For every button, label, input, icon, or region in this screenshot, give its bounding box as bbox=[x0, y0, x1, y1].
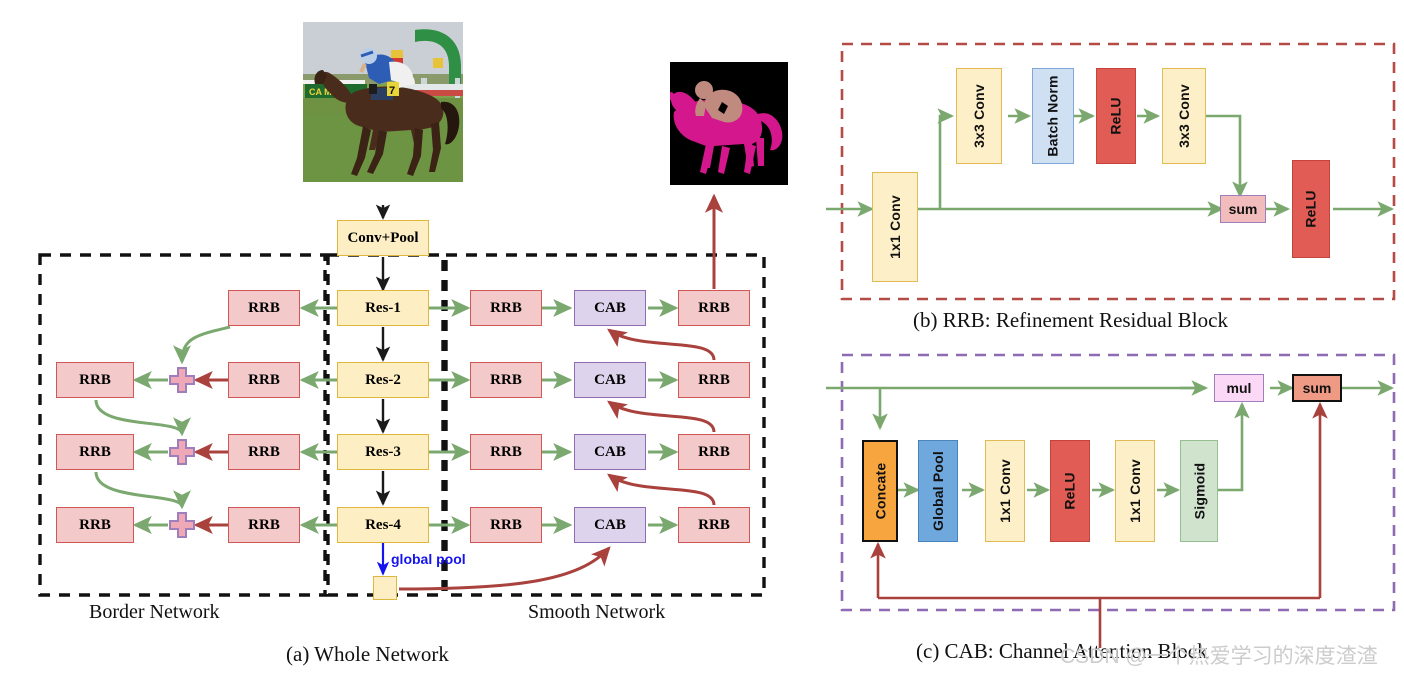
plus-icon bbox=[169, 367, 195, 393]
svg-text:7: 7 bbox=[389, 85, 395, 97]
block-smooth-right-rrb-3[interactable]: RRB bbox=[678, 434, 750, 470]
curve-smooth-out3-to-cab2 bbox=[607, 400, 716, 433]
block-res-2[interactable]: Res-2 bbox=[337, 362, 429, 398]
curve-smooth-out4-to-cab3 bbox=[607, 473, 716, 506]
global-pool-label: global pool bbox=[391, 551, 466, 567]
block-c-relu-label: ReLU bbox=[1061, 472, 1078, 510]
block-smooth-right-rrb-4[interactable]: RRB bbox=[678, 507, 750, 543]
arrow-b-split-to-conv3x3 bbox=[937, 108, 955, 209]
block-b-conv-1x1[interactable]: 1x1 Conv bbox=[872, 172, 918, 282]
sum-junction-3 bbox=[168, 511, 196, 539]
figure-root: CA MA 7 Conv+Pool Res-1 Res-2 Res-3 Res-… bbox=[0, 0, 1404, 673]
output-segmentation-mask bbox=[670, 62, 788, 185]
block-c-global-pool-label: Global Pool bbox=[930, 451, 947, 531]
block-b-conv-1x1-label: 1x1 Conv bbox=[887, 195, 904, 259]
output-mask-svg bbox=[670, 62, 788, 185]
label-border-network: Border Network bbox=[89, 601, 220, 623]
block-border-outer-rrb-2[interactable]: RRB bbox=[56, 434, 134, 470]
block-smooth-left-rrb-4[interactable]: RRB bbox=[470, 507, 542, 543]
input-photo: CA MA 7 bbox=[303, 22, 463, 182]
label-smooth-network: Smooth Network bbox=[528, 601, 666, 623]
curve-border-rrb1-to-plus1 bbox=[173, 325, 231, 365]
caption-panel-a: (a) Whole Network bbox=[286, 642, 449, 666]
block-smooth-left-rrb-2[interactable]: RRB bbox=[470, 362, 542, 398]
block-res-3[interactable]: Res-3 bbox=[337, 434, 429, 470]
block-border-outer-rrb-3[interactable]: RRB bbox=[56, 507, 134, 543]
block-b-conv-3x3-b[interactable]: 3x3 Conv bbox=[1162, 68, 1206, 164]
curve-border-out2-to-plus3 bbox=[94, 471, 191, 510]
block-c-conv-1x1-a-label: 1x1 Conv bbox=[997, 459, 1014, 523]
block-cab-3[interactable]: CAB bbox=[574, 434, 646, 470]
block-border-inner-rrb-1[interactable]: RRB bbox=[228, 290, 300, 326]
plus-icon bbox=[169, 512, 195, 538]
block-global-pool-node[interactable] bbox=[373, 576, 397, 600]
block-conv-pool[interactable]: Conv+Pool bbox=[337, 220, 429, 256]
caption-panel-b: (b) RRB: Refinement Residual Block bbox=[913, 308, 1228, 332]
block-b-batch-norm[interactable]: Batch Norm bbox=[1032, 68, 1074, 164]
block-c-sum[interactable]: sum bbox=[1292, 374, 1342, 402]
curve-border-out1-to-plus2 bbox=[94, 399, 191, 437]
block-c-conv-1x1-b-label: 1x1 Conv bbox=[1127, 459, 1144, 523]
block-c-conv-1x1-a[interactable]: 1x1 Conv bbox=[985, 440, 1025, 542]
block-border-inner-rrb-2[interactable]: RRB bbox=[228, 362, 300, 398]
block-c-sigmoid-label: Sigmoid bbox=[1191, 462, 1207, 520]
block-b-relu-2[interactable]: ReLU bbox=[1292, 160, 1330, 258]
input-photo-svg: CA MA 7 bbox=[303, 22, 463, 182]
block-c-mul[interactable]: mul bbox=[1214, 374, 1264, 402]
block-res-1[interactable]: Res-1 bbox=[337, 290, 429, 326]
block-border-inner-rrb-4[interactable]: RRB bbox=[228, 507, 300, 543]
block-c-concate-label: Concate bbox=[872, 462, 889, 520]
block-c-concate[interactable]: Concate bbox=[862, 440, 898, 542]
block-b-conv-3x3-a[interactable]: 3x3 Conv bbox=[956, 68, 1002, 164]
block-b-relu-1-label: ReLU bbox=[1107, 97, 1124, 135]
arrow-b-conv3x3b-to-sum bbox=[1206, 114, 1248, 199]
sum-junction-2 bbox=[168, 438, 196, 466]
block-smooth-right-rrb-2[interactable]: RRB bbox=[678, 362, 750, 398]
block-b-conv-3x3-a-label: 3x3 Conv bbox=[971, 84, 988, 148]
watermark-text: CSDN @一个热爱学习的深度渣渣 bbox=[1060, 645, 1378, 668]
block-b-sum[interactable]: sum bbox=[1220, 195, 1266, 223]
sum-junction-1 bbox=[168, 366, 196, 394]
block-smooth-left-rrb-3[interactable]: RRB bbox=[470, 434, 542, 470]
block-c-global-pool[interactable]: Global Pool bbox=[918, 440, 958, 542]
block-res-4[interactable]: Res-4 bbox=[337, 507, 429, 543]
block-b-relu-2-label: ReLU bbox=[1303, 190, 1320, 228]
block-b-conv-3x3-b-label: 3x3 Conv bbox=[1176, 84, 1193, 148]
block-cab-4[interactable]: CAB bbox=[574, 507, 646, 543]
block-border-outer-rrb-1[interactable]: RRB bbox=[56, 362, 134, 398]
block-c-relu[interactable]: ReLU bbox=[1050, 440, 1090, 542]
block-smooth-right-rrb-1[interactable]: RRB bbox=[678, 290, 750, 326]
plus-icon bbox=[169, 439, 195, 465]
block-c-sigmoid[interactable]: Sigmoid bbox=[1180, 440, 1218, 542]
block-cab-2[interactable]: CAB bbox=[574, 362, 646, 398]
block-border-inner-rrb-3[interactable]: RRB bbox=[228, 434, 300, 470]
curve-smooth-out2-to-cab1 bbox=[607, 328, 716, 361]
block-cab-1[interactable]: CAB bbox=[574, 290, 646, 326]
block-smooth-left-rrb-1[interactable]: RRB bbox=[470, 290, 542, 326]
block-c-conv-1x1-b[interactable]: 1x1 Conv bbox=[1115, 440, 1155, 542]
block-b-relu-1[interactable]: ReLU bbox=[1096, 68, 1136, 164]
block-b-batch-norm-label: Batch Norm bbox=[1045, 75, 1062, 157]
